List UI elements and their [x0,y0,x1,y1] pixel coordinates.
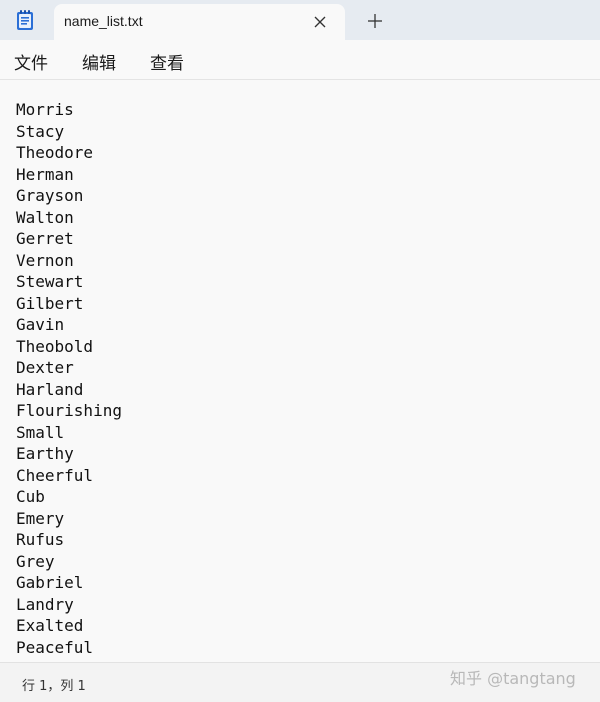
text-line: Small [16,422,65,442]
text-line: Gilbert [16,293,84,313]
close-icon[interactable] [310,12,330,32]
text-line: Grayson [16,186,84,205]
text-line: Grey [16,551,55,571]
notepad-icon [16,9,34,31]
text-line: Cub [16,487,45,506]
menu-file[interactable]: 文件 [14,49,48,74]
text-line: Vernon [16,250,74,270]
text-line: Gerret [16,229,74,248]
text-line: Morris [16,100,74,119]
tab-name-list[interactable]: name_list.txt [54,4,345,40]
text-line: Landry [16,594,74,614]
text-line: Theobold [16,336,94,356]
watermark: 知乎 @tangtang [450,669,576,688]
tab-title: name_list.txt [64,13,143,29]
status-bar: 行 1，列 1 知乎 @tangtang [0,662,600,702]
title-bar: name_list.txt [0,0,600,40]
text-line: Theodore [16,143,94,162]
text-line: Peaceful [16,637,94,657]
text-line: Earthy [16,444,74,463]
text-editor[interactable]: Morris Stacy Theodore Herman Grayson Walton Ge… [0,80,600,662]
text-line: Cheerful [16,465,94,485]
text-line: Stewart [16,272,84,291]
plus-icon[interactable] [364,10,386,32]
text-line: Herman [16,164,74,184]
text-line: Stacy [16,121,65,141]
text-line: Exalted [16,616,84,635]
text-line: Gavin [16,315,65,334]
cursor-position: 行 1，列 1 [22,679,86,694]
menu-view[interactable]: 查看 [150,49,184,74]
text-line: Rufus [16,530,65,549]
text-line: Walton [16,207,74,227]
text-line: Gabriel [16,573,84,592]
menu-edit[interactable]: 编辑 [82,49,116,74]
text-line: Harland [16,379,84,399]
text-line: Dexter [16,358,74,377]
menu-bar: 文件 编辑 查看 [0,40,600,80]
text-line: Emery [16,508,65,528]
text-line: Flourishing [16,401,122,420]
text-lines: Morris Stacy Theodore Herman Grayson Walton Ge… [16,99,122,658]
